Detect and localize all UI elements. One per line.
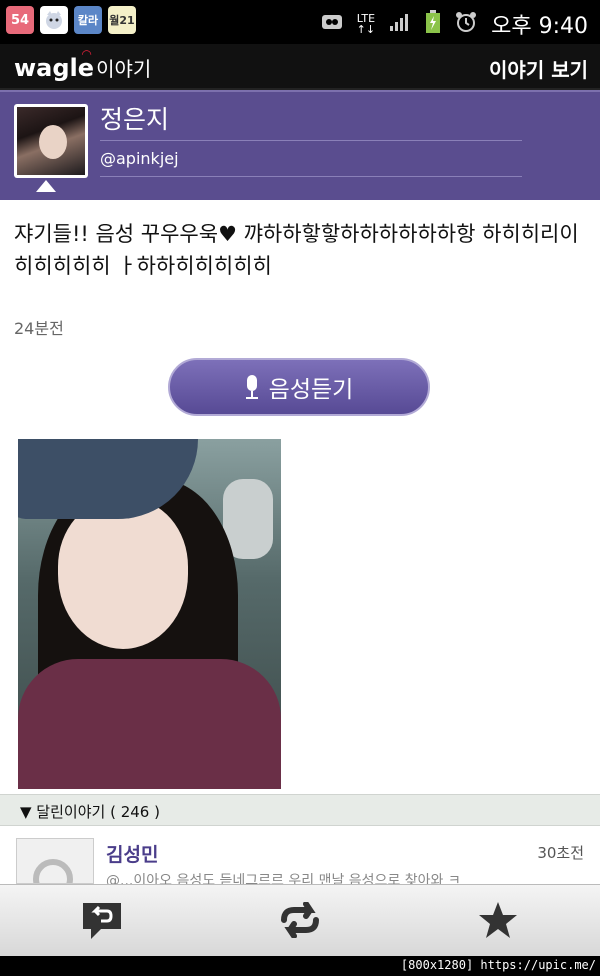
comment-avatar[interactable] — [16, 838, 94, 884]
post-text: 쟈기들!! 음성 꾸우우욱♥ 꺄하하핳핳하하하하하하항 하히히리이히히히히히 ㅏ… — [14, 222, 579, 278]
notification-54-icon: 54 — [6, 6, 34, 34]
avatar[interactable] — [14, 104, 88, 178]
post-content: 쟈기들!! 음성 꾸우우욱♥ 꺄하하핳핳하하하하하하항 하히히리이히히히히히 ㅏ… — [0, 200, 600, 794]
share-button[interactable] — [270, 895, 330, 945]
profile-name[interactable]: 정은지 — [100, 100, 169, 136]
divider — [100, 140, 522, 141]
profile-handle[interactable]: @apinkjej — [100, 149, 179, 168]
bottom-toolbar — [0, 884, 600, 956]
comment-item[interactable]: 김성민 30초전 @...이아오 음성도 듣네그르르 우리 맨날 음성으로 찾아… — [0, 826, 600, 889]
speech-notch — [36, 180, 56, 192]
comment-timestamp: 30초전 — [537, 844, 584, 862]
clock: 오후 9:40 — [491, 14, 588, 39]
cat-app-icon — [40, 6, 68, 34]
microphone-icon — [245, 375, 259, 399]
watermark: [800x1280] https://upic.me/ — [0, 956, 600, 976]
post-photo[interactable] — [18, 439, 281, 789]
reply-icon — [83, 903, 121, 939]
sd-card-icon — [321, 12, 343, 36]
battery-icon — [425, 9, 441, 39]
app-header: wagle 이야기 ◠ 이야기 보기 — [0, 44, 600, 90]
lte-indicator: LTE ↑↓ — [356, 12, 376, 36]
wagle-logo[interactable]: wagle 이야기 ◠ — [14, 47, 151, 82]
alarm-icon — [455, 11, 477, 38]
voice-button-label: 음성듣기 — [268, 377, 354, 403]
page-title: 이야기 보기 — [489, 58, 588, 82]
reply-button[interactable] — [72, 895, 132, 945]
wifi-wave-icon: ◠ — [82, 47, 92, 61]
comment-author[interactable]: 김성민 — [106, 840, 158, 867]
divider — [100, 176, 522, 177]
color-app-icon: 칼라 — [74, 6, 102, 34]
watermark-text: [800x1280] https://upic.me/ — [400, 958, 596, 972]
system-indicators: LTE ↑↓ 오후 9:40 — [321, 8, 588, 40]
star-icon — [479, 902, 517, 938]
favorite-button[interactable] — [468, 895, 528, 945]
play-voice-button[interactable]: 음성듣기 — [168, 358, 430, 416]
post-timestamp: 24분전 — [14, 319, 64, 338]
retweet-icon — [281, 902, 319, 938]
profile-band: 정은지 @apinkjej — [0, 90, 600, 200]
signal-icon — [389, 12, 411, 37]
comments-header[interactable]: ▼ 달린이야기 ( 246 ) — [0, 794, 600, 826]
notification-icons: 54 칼라 월21 — [6, 6, 136, 34]
status-bar: 54 칼라 월21 LTE ↑↓ 오후 9:40 — [0, 0, 600, 44]
calendar-app-icon: 월21 — [108, 6, 136, 34]
avatar-image — [17, 107, 85, 175]
